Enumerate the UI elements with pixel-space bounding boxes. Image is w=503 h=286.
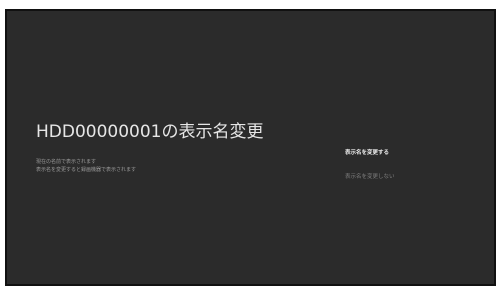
description-line-1: 現在の名前で表示されます [36,159,97,165]
page-title: HDD00000001の表示名変更 [36,122,264,142]
description: 現在の名前で表示されます 表示名を変更すると録画機器で表示されます [36,158,136,174]
description-line-2: 表示名を変更すると録画機器で表示されます [36,167,137,173]
tv-screen: HDD00000001の表示名変更 現在の名前で表示されます 表示名を変更すると… [5,9,496,286]
option-list: 表示名を変更する 表示名を変更しない [345,147,465,183]
change-name-option[interactable]: 表示名を変更する [345,147,465,159]
keep-name-option[interactable]: 表示名を変更しない [345,171,465,183]
